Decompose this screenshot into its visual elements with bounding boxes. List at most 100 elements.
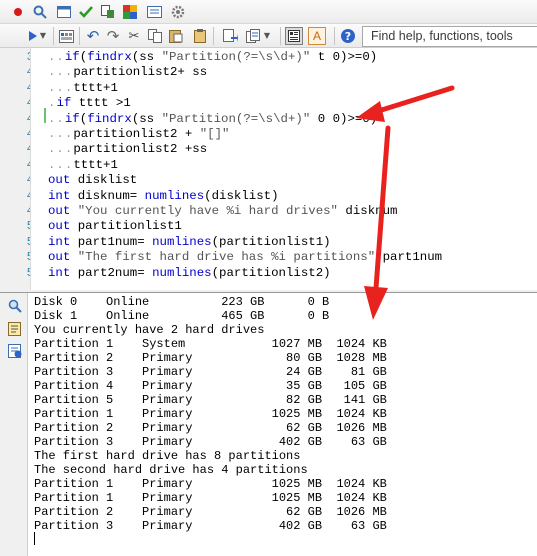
code-line[interactable]: ...partitionlist2 +ss (48, 142, 207, 157)
keyword-token: findrx (87, 50, 132, 64)
clipboard-icon[interactable] (191, 27, 209, 45)
separator (213, 27, 214, 45)
keyword-token: numlines (144, 188, 205, 203)
svg-text:?: ? (345, 30, 351, 43)
code-line[interactable]: int disknum= numlines(disklist) (48, 189, 279, 204)
settings-icon[interactable] (169, 3, 187, 21)
checkmark-icon[interactable] (77, 3, 95, 21)
record-icon[interactable] (9, 3, 27, 21)
output-line: Partition 2 Primary 62 GB 1026 MB (34, 505, 387, 519)
window-icon[interactable] (55, 3, 73, 21)
code-view-toggle-icon[interactable] (285, 27, 303, 45)
code-editor[interactable]: 394041424344454647484950515253 ..if(find… (0, 48, 537, 290)
copy-icon[interactable] (146, 27, 164, 45)
code-line[interactable]: out "You currently have %i hard drives" … (48, 204, 398, 219)
output-line: Partition 1 Primary 1025 MB 1024 KB (34, 407, 387, 421)
keyword-token: if (56, 96, 72, 111)
note-icon[interactable] (8, 321, 22, 336)
output-line: Partition 3 Primary 402 GB 63 GB (34, 519, 387, 533)
find-icon[interactable] (31, 3, 49, 21)
fold-margin (30, 48, 44, 290)
output-sidebar (0, 293, 28, 556)
code-token: (ss (131, 111, 162, 126)
output-line: Partition 3 Primary 402 GB 63 GB (34, 435, 387, 449)
macro-icon[interactable] (57, 27, 75, 45)
code-line[interactable]: out "The first hard drive has %i partiti… (48, 250, 442, 265)
redo-icon[interactable]: ↷ (104, 27, 122, 45)
indent-marker: ... (48, 142, 74, 157)
help-search-input[interactable]: Find help, functions, tools (362, 26, 537, 47)
toolbar-edit: ▼ ↶ ↷ ✂ ▼ A ? Find help, functions, tool… (0, 24, 537, 48)
separator (79, 27, 80, 45)
code-line[interactable]: ...partitionlist2 + "[]" (48, 127, 229, 142)
output-line: Partition 4 Primary 35 GB 105 GB (34, 379, 387, 393)
help-topic-icon[interactable] (8, 343, 22, 358)
keyword-token: if (64, 50, 80, 64)
keyword-token: findrx (87, 111, 132, 126)
keyword-token: int (48, 265, 71, 280)
indent-marker: .. (48, 50, 65, 64)
code-token: tttt+1 (73, 157, 118, 172)
code-line[interactable]: ...partitionlist2+ ss (48, 65, 207, 80)
string-token: "[]" (199, 127, 230, 141)
format-icon[interactable] (244, 27, 262, 45)
code-line[interactable]: int part2num= numlines(partitionlist2) (48, 266, 331, 281)
dialog-icon[interactable] (145, 3, 163, 21)
code-token: part2num= (70, 265, 153, 280)
help-icon[interactable]: ? (339, 27, 357, 45)
line-number-gutter: 394041424344454647484950515253 (0, 48, 41, 290)
code-line[interactable]: ..if(findrx(ss "Partition(?=\s\d+)" t 0)… (48, 50, 377, 65)
change-marker (44, 108, 46, 123)
separator (334, 27, 335, 45)
code-line[interactable]: out partitionlist1 (48, 219, 182, 234)
code-line[interactable]: int part1num= numlines(partitionlist1) (48, 235, 331, 250)
undo-icon[interactable]: ↶ (84, 27, 102, 45)
code-token: 0 0)>=0) (310, 111, 378, 126)
code-token: disknum= (70, 188, 145, 203)
output-line: Disk 0 Online 223 GB 0 B (34, 295, 330, 309)
output-panel[interactable]: Disk 0 Online 223 GB 0 B Disk 1 Online 46… (0, 292, 537, 556)
output-line: Disk 1 Online 465 GB 0 B (34, 309, 330, 323)
keyword-token: out (48, 219, 71, 234)
paste-icon[interactable] (167, 27, 185, 45)
options-icon[interactable] (99, 3, 117, 21)
code-token: disknum (338, 204, 398, 218)
cut-icon[interactable]: ✂ (125, 27, 143, 45)
indent-marker: ... (48, 65, 74, 80)
string-token: "Partition(?=\s\d+)" (161, 111, 311, 126)
code-line[interactable]: out disklist (48, 173, 137, 188)
keyword-token: numlines (152, 234, 212, 249)
string-token: "Partition(?=\s\d+)" (161, 50, 311, 64)
code-token: part1num= (70, 234, 153, 249)
output-line: Partition 1 Primary 1025 MB 1024 KB (34, 491, 387, 505)
indent-marker: ... (48, 157, 74, 172)
code-token: tttt >1 (71, 96, 131, 111)
output-line: Partition 1 System 1027 MB 1024 KB (34, 337, 387, 351)
output-line: Partition 3 Primary 24 GB 81 GB (34, 365, 387, 379)
separator (280, 27, 281, 45)
output-line: Partition 5 Primary 82 GB 141 GB (34, 393, 387, 407)
code-token: (partitionlist1) (211, 234, 331, 249)
insert-code-icon[interactable] (221, 27, 239, 45)
run-dropdown-icon[interactable]: ▼ (38, 27, 48, 45)
code-token: partitionlist1 (70, 219, 182, 234)
output-line: The second hard drive has 4 partitions (34, 463, 308, 477)
code-line[interactable]: ...tttt+1 (48, 158, 118, 173)
code-token: t 0)>=0) (310, 50, 378, 64)
code-token: tttt+1 (73, 80, 118, 95)
code-token: disklist (70, 173, 138, 188)
code-line[interactable]: .if tttt >1 (48, 96, 131, 111)
code-token: partitionlist2 + (73, 127, 200, 141)
code-line[interactable]: ..if(findrx(ss "Partition(?=\s\d+)" 0 0)… (48, 112, 377, 127)
find-icon[interactable] (8, 298, 22, 313)
puzzle-icon[interactable] (121, 3, 139, 21)
code-line[interactable]: ...tttt+1 (48, 81, 118, 96)
code-token: partitionlist2+ ss (73, 65, 208, 80)
toolbar-top (0, 0, 537, 24)
code-token: (partitionlist2) (211, 265, 331, 280)
format-dropdown-icon[interactable]: ▼ (262, 27, 272, 45)
keyword-token: int (48, 234, 71, 249)
string-token: "The first hard drive has %i partitions" (77, 250, 376, 265)
text-mode-icon[interactable]: A (308, 27, 326, 45)
keyword-token: out (48, 173, 71, 188)
